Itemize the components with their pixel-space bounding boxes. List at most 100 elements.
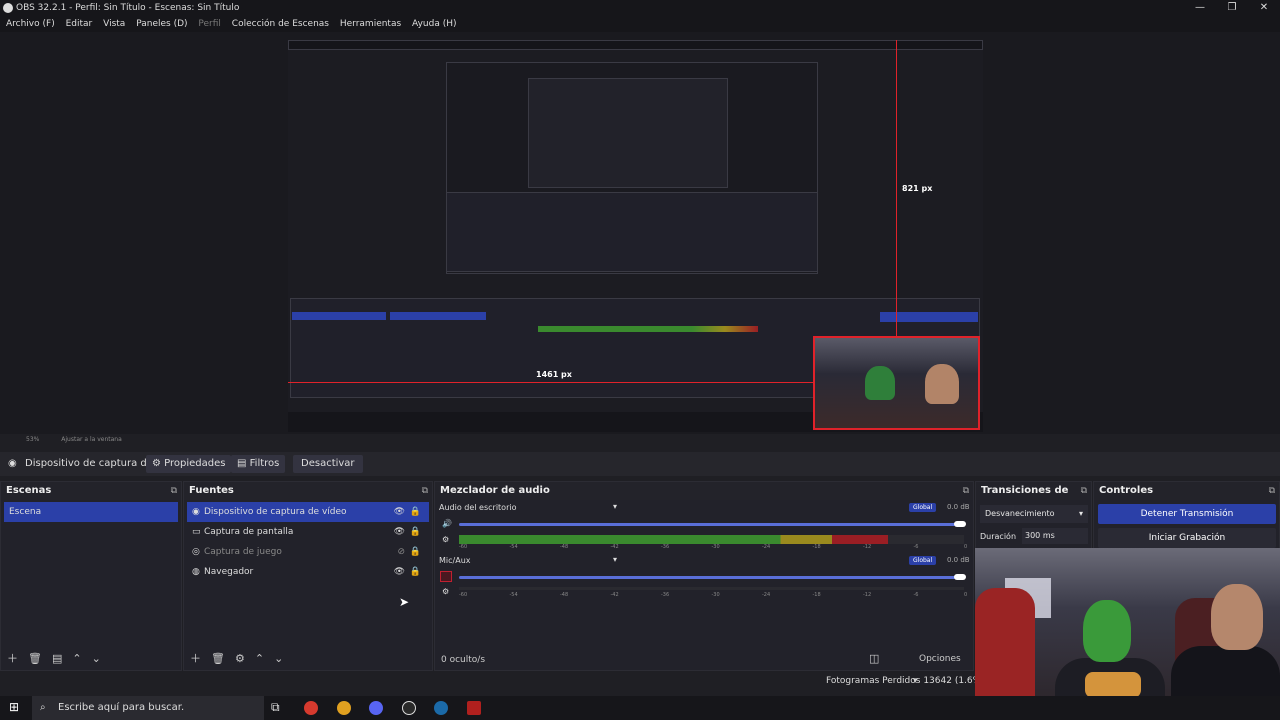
muted-speaker-icon[interactable] <box>440 571 452 582</box>
stop-stream-button[interactable]: Detener Transmisión <box>1098 504 1276 524</box>
down-icon[interactable]: ⌄ <box>274 652 283 665</box>
source-item-screen-capture[interactable]: ▭ Captura de pantalla 👁 🔒 <box>187 522 429 542</box>
volume-slider[interactable] <box>459 523 964 526</box>
trash-icon[interactable]: 🗑 <box>211 652 225 665</box>
meter-tick-label: -36 <box>661 544 670 550</box>
meter-tick-label: -6 <box>913 544 919 550</box>
guide-vertical <box>896 40 897 336</box>
up-icon[interactable]: ⌃ <box>72 652 81 665</box>
width-guide-label: 1461 px <box>536 370 572 379</box>
transition-select[interactable]: Desvanecimiento ▾ <box>980 505 1088 523</box>
chrome-icon[interactable] <box>337 701 351 715</box>
nested-meter <box>538 326 758 332</box>
duration-input[interactable]: 300 ms <box>1022 528 1088 544</box>
scenes-list: Escena <box>1 500 181 524</box>
start-recording-button[interactable]: Iniciar Grabación <box>1098 528 1276 548</box>
zoom-level[interactable]: 53% <box>26 436 39 443</box>
title-bar: OBS 32.2.1 - Perfil: Sin Título - Escena… <box>0 0 1280 16</box>
lock-icon[interactable]: 🔒 <box>410 522 421 542</box>
up-icon[interactable]: ⌃ <box>255 652 264 665</box>
global-badge[interactable]: Global <box>909 503 937 512</box>
volume-knob[interactable] <box>954 574 966 580</box>
volume-slider[interactable] <box>459 576 964 579</box>
minimize-button[interactable]: — <box>1184 0 1216 16</box>
camera-icon: ◉ <box>192 507 200 517</box>
volume-icon[interactable]: 🔊 <box>442 519 452 528</box>
settings-icon[interactable]: ⚙ <box>442 535 449 544</box>
meter-tick-label: -54 <box>509 544 518 550</box>
source-item-game-capture[interactable]: ◎ Captura de juego ⊘ 🔒 <box>187 542 429 562</box>
preview-canvas[interactable]: 821 px 1461 px <box>288 40 983 432</box>
menu-ayuda[interactable]: Ayuda (H) <box>412 16 456 32</box>
filters-button[interactable]: ▤ Filtros <box>231 455 286 473</box>
dock-float-icon[interactable]: ⧉ <box>963 482 969 500</box>
meter-tick-label: -48 <box>560 544 569 550</box>
meter-tick-label: -24 <box>762 592 771 598</box>
menu-vista[interactable]: Vista <box>103 16 125 32</box>
gamepad-icon: ◎ <box>192 547 200 557</box>
nested-scene-sel <box>292 312 386 320</box>
maximize-button[interactable]: ❐ <box>1216 0 1248 16</box>
menu-editar[interactable]: Editar <box>66 16 93 32</box>
gear-icon[interactable]: ⚙ <box>235 652 245 665</box>
volume-knob[interactable] <box>954 521 966 527</box>
gear-icon: ⚙ <box>152 458 161 469</box>
channel-menu-icon[interactable]: ▾ <box>613 502 617 511</box>
meter-tick-label: -12 <box>863 592 872 598</box>
sources-list: ◉ Dispositivo de captura de vídeo 👁 🔒 ▭ Cap… <box>184 500 432 584</box>
steam-icon[interactable] <box>434 701 448 715</box>
trash-icon[interactable]: 🗑 <box>28 652 42 665</box>
webcam-source-selected[interactable] <box>813 336 980 430</box>
add-source-icon[interactable]: ＋ <box>190 652 201 665</box>
controls-title-text: Controles <box>1099 485 1154 496</box>
discord-icon[interactable] <box>369 701 383 715</box>
dock-float-icon[interactable]: ⧉ <box>171 482 177 500</box>
dock-float-icon[interactable]: ⧉ <box>1081 482 1087 500</box>
menu-coleccion-escenas[interactable]: Colección de Escenas <box>232 16 329 32</box>
controls-dock: Controles ⧉ Detener Transmisión Iniciar G… <box>1093 481 1280 551</box>
dock-float-icon[interactable]: ⧉ <box>422 482 428 500</box>
layout-icon[interactable]: ◫ <box>869 648 879 670</box>
transitions-title: Transiciones de es...⧉ <box>976 482 1091 514</box>
globe-icon: ◍ <box>192 567 200 577</box>
channel-menu-icon[interactable]: ▾ <box>613 555 617 564</box>
lock-icon[interactable]: 🔒 <box>410 542 421 562</box>
eye-icon[interactable]: 👁 <box>394 522 405 542</box>
eye-icon[interactable]: 👁 <box>394 562 405 582</box>
app-icon[interactable] <box>467 701 481 715</box>
global-badge[interactable]: Global <box>909 556 937 565</box>
zoom-fit[interactable]: Ajustar a la ventana <box>61 436 122 443</box>
down-icon[interactable]: ⌄ <box>92 652 101 665</box>
duration-value: 300 ms <box>1025 531 1055 540</box>
windows-taskbar: ⊞ ⌕ Escribe aquí para buscar. ⧉ <box>0 696 1280 720</box>
eye-hidden-icon[interactable]: ⊘ <box>397 542 405 562</box>
menu-herramientas[interactable]: Herramientas <box>340 16 401 32</box>
deactivate-button[interactable]: Desactivar <box>293 455 363 473</box>
channel-name: Mic/Aux <box>439 556 471 565</box>
meter-tick-label: -6 <box>913 592 919 598</box>
lock-icon[interactable]: 🔒 <box>410 502 421 522</box>
filter-icon[interactable]: ▤ <box>52 652 62 665</box>
task-view-icon[interactable]: ⧉ <box>271 700 280 715</box>
windows-start-icon[interactable]: ⊞ <box>9 700 19 714</box>
settings-icon[interactable]: ⚙ <box>442 587 449 596</box>
source-item-browser[interactable]: ◍ Navegador 👁 🔒 <box>187 562 429 582</box>
obs-icon[interactable] <box>402 701 416 715</box>
lock-icon[interactable]: 🔒 <box>410 562 421 582</box>
source-item-video-capture[interactable]: ◉ Dispositivo de captura de vídeo 👁 🔒 <box>187 502 429 522</box>
dock-float-icon[interactable]: ⧉ <box>1269 482 1275 500</box>
menu-perfil[interactable]: Perfil <box>198 16 221 32</box>
taskbar-search[interactable]: ⌕ Escribe aquí para buscar. <box>32 696 264 720</box>
zoom-strip: 53% Ajustar a la ventana <box>0 434 1280 446</box>
menu-paneles[interactable]: Paneles (D) <box>136 16 187 32</box>
properties-button[interactable]: ⚙ Propiedades <box>146 455 232 473</box>
add-scene-icon[interactable]: ＋ <box>7 652 18 665</box>
menu-archivo[interactable]: Archivo (F) <box>6 16 55 32</box>
chrome-icon[interactable] <box>304 701 318 715</box>
meter-tick-label: -54 <box>509 592 518 598</box>
scene-item[interactable]: Escena <box>4 502 178 522</box>
level-meter-fill <box>459 535 889 544</box>
mixer-title-text: Mezclador de audio <box>440 485 550 496</box>
eye-icon[interactable]: 👁 <box>394 502 405 522</box>
close-button[interactable]: ✕ <box>1248 0 1280 16</box>
